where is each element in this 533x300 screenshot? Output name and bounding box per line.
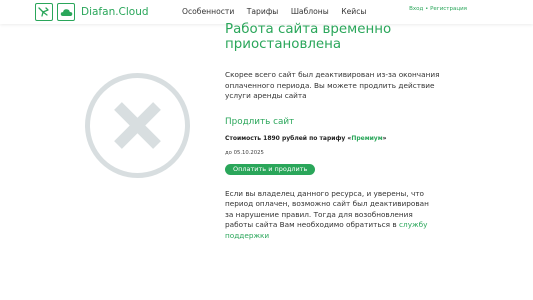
login-link[interactable]: Вход <box>409 6 423 12</box>
site-header: Diafan.Cloud Особенности Тарифы Шаблоны … <box>0 0 533 24</box>
brand-logo[interactable]: Diafan.Cloud <box>35 3 149 21</box>
extend-heading: Продлить сайт <box>225 116 295 127</box>
nav-features[interactable]: Особенности <box>182 7 234 16</box>
expiry-date: до 05.10.2025 <box>225 149 264 156</box>
price-info: Стоимость 1890 рублей по тарифу «Премиум… <box>225 135 440 142</box>
bird-logo-icon <box>35 3 53 21</box>
brand-name: Diafan.Cloud <box>81 6 149 18</box>
page-title: Работа сайта временно приостановлена <box>225 22 392 52</box>
pay-and-extend-button[interactable]: Оплатить и продлить <box>225 163 316 175</box>
circle-x-icon <box>84 72 191 179</box>
suspension-description: Скорее всего сайт был деактивирован из-з… <box>225 70 440 100</box>
nav-templates[interactable]: Шаблоны <box>291 7 329 16</box>
main-nav: Особенности Тарифы Шаблоны Кейсы <box>182 7 379 16</box>
price-suffix: » <box>382 134 387 142</box>
price-prefix: Стоимость 1890 рублей по тарифу « <box>225 134 352 142</box>
owner-note: Если вы владелец данного ресурса, и увер… <box>225 189 433 242</box>
main-content: Работа сайта временно приостановлена Ско… <box>225 22 440 241</box>
nav-cases[interactable]: Кейсы <box>341 7 366 16</box>
register-link[interactable]: Регистрация <box>430 6 467 12</box>
auth-links: Вход • Регистрация <box>409 6 467 12</box>
nav-pricing[interactable]: Тарифы <box>247 7 279 16</box>
cloud-icon <box>57 3 75 21</box>
tariff-link[interactable]: Премиум <box>351 135 382 142</box>
